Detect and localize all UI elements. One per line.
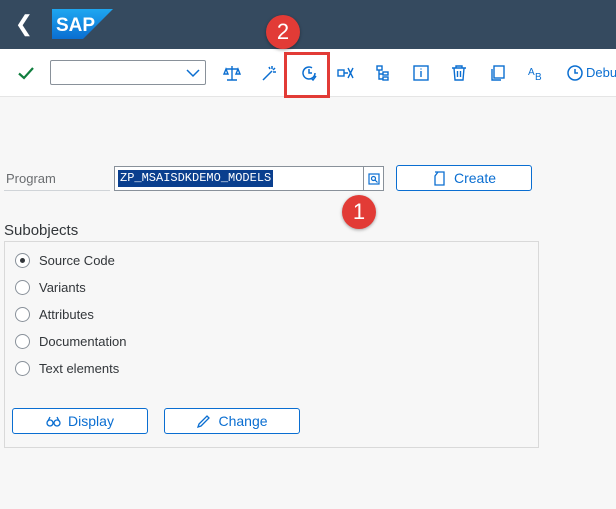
radio-icon[interactable] <box>15 333 30 349</box>
checks-icon[interactable] <box>218 59 246 87</box>
info-icon[interactable] <box>407 59 435 87</box>
program-label-underline <box>4 190 110 191</box>
pencil-icon <box>197 414 211 428</box>
command-input[interactable] <box>51 61 181 84</box>
callout-badge-1: 1 <box>342 195 376 229</box>
create-button[interactable]: Create <box>396 165 532 191</box>
rename-icon[interactable]: AB <box>522 59 550 87</box>
back-icon[interactable]: ❮ <box>12 10 36 38</box>
value-help-icon <box>367 172 380 185</box>
value-help-button[interactable] <box>364 166 384 191</box>
debug-icon[interactable] <box>561 59 589 87</box>
svg-text:A: A <box>528 67 535 78</box>
radio-label: Attributes <box>39 306 94 322</box>
subobjects-panel: Source Code Variants Attributes Document… <box>4 241 539 448</box>
radio-text-elements[interactable]: Text elements <box>15 358 119 378</box>
radio-label: Variants <box>39 279 86 295</box>
debug-label[interactable]: Debu <box>586 65 616 80</box>
where-used-icon[interactable] <box>332 59 360 87</box>
display-button-label: Display <box>68 413 114 429</box>
radio-label: Source Code <box>39 252 115 268</box>
program-value[interactable]: ZP_MSAISDKDEMO_MODELS <box>118 170 274 187</box>
radio-icon[interactable] <box>15 360 30 376</box>
radio-attributes[interactable]: Attributes <box>15 304 94 324</box>
document-icon <box>434 170 445 186</box>
change-button[interactable]: Change <box>164 408 300 434</box>
hierarchy-icon[interactable] <box>369 59 397 87</box>
delete-icon[interactable] <box>445 59 473 87</box>
radio-variants[interactable]: Variants <box>15 277 86 297</box>
copy-icon[interactable] <box>484 59 512 87</box>
radio-icon[interactable] <box>15 306 30 322</box>
radio-icon[interactable] <box>15 279 30 295</box>
glasses-icon <box>46 416 61 427</box>
shell-bar: ❮ SAP <box>0 0 616 49</box>
activate-highlight-box <box>284 52 330 98</box>
callout-badge-2: 2 <box>266 15 300 49</box>
command-field[interactable] <box>50 60 206 85</box>
radio-label: Documentation <box>39 333 127 349</box>
radio-selected-icon[interactable] <box>15 252 30 268</box>
create-button-label: Create <box>453 170 497 186</box>
display-button[interactable]: Display <box>12 408 148 434</box>
sap-logo: SAP <box>52 9 113 39</box>
radio-source-code[interactable]: Source Code <box>15 250 115 270</box>
radio-documentation[interactable]: Documentation <box>15 331 126 351</box>
svg-text:B: B <box>535 72 542 82</box>
chevron-down-icon[interactable] <box>185 65 201 81</box>
change-button-label: Change <box>218 413 268 429</box>
radio-label: Text elements <box>39 360 120 376</box>
program-input[interactable]: ZP_MSAISDKDEMO_MODELS <box>114 166 364 191</box>
magic-wand-icon[interactable] <box>255 59 283 87</box>
svg-text:SAP: SAP <box>56 15 95 36</box>
check-icon[interactable] <box>12 59 40 87</box>
subobjects-title: Subobjects <box>4 222 79 239</box>
program-label: Program <box>6 171 56 186</box>
